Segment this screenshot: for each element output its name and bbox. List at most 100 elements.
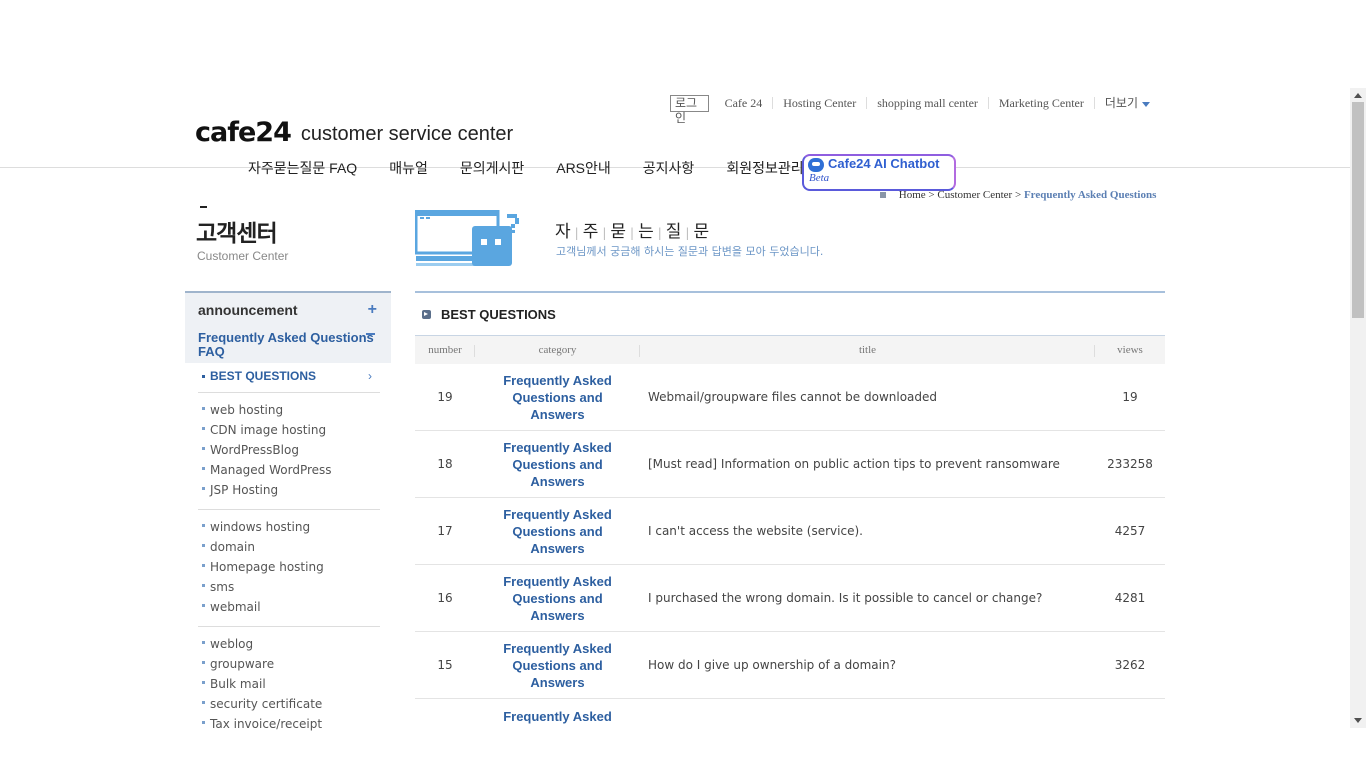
column-header-views: views	[1117, 344, 1143, 356]
sidebar-item-label: CDN image hosting	[210, 423, 327, 437]
sidebar-item-label: sms	[210, 580, 235, 594]
sidebar-item-announcement[interactable]: announcement +	[185, 293, 391, 327]
left-subtitle: Customer Center	[197, 249, 289, 263]
title-separator: |	[685, 226, 691, 240]
breadcrumb-current: Frequently Asked Questions	[1023, 189, 1157, 201]
sidebar-item-label: webmail	[210, 600, 261, 614]
row-title-link[interactable]: Webmail/groupware files cannot be downlo…	[640, 390, 1095, 404]
row-title-link[interactable]: [Must read] Information on public action…	[640, 457, 1095, 471]
sidebar-item-managed-wordpress[interactable]: Managed WordPress	[202, 460, 380, 480]
link-shopping-mall-center[interactable]: shopping mall center	[866, 97, 988, 109]
sidebar-item-domain[interactable]: domain	[202, 537, 380, 557]
row-number: 16	[437, 591, 453, 605]
main-navigation: 자주묻는질문 FAQ 매뉴얼 문의게시판 ARS안내 공지사항 회원정보관리	[248, 158, 836, 178]
row-category-link[interactable]: Frequently Asked Questions and Answers	[475, 573, 640, 624]
sidebar-item-label: groupware	[210, 657, 275, 671]
row-title-link[interactable]: I purchased the wrong domain. Is it poss…	[640, 591, 1095, 605]
caret-down-icon	[1142, 101, 1150, 107]
title-char: 묻	[610, 222, 628, 242]
login-button[interactable]: 로그인	[670, 94, 709, 125]
row-category-link[interactable]: Frequently Asked Questions and Answers	[475, 506, 640, 557]
bullet-icon	[202, 721, 205, 724]
bullet-icon	[202, 681, 205, 684]
scroll-down-icon[interactable]	[1354, 718, 1362, 723]
nav-inquiry-board[interactable]: 문의게시판	[460, 158, 524, 178]
bullet-icon	[202, 584, 205, 587]
sidebar-item-faq[interactable]: Frequently Asked Questions FAQ	[185, 327, 391, 363]
breadcrumb-customer-center[interactable]: Customer Center	[937, 189, 1012, 201]
sidebar-group-3: weblog groupware Bulk mail security cert…	[198, 627, 380, 743]
chatbot-label: Cafe24 AI Chatbot	[828, 156, 940, 171]
title-accent-dash	[200, 206, 207, 208]
nav-faq[interactable]: 자주묻는질문 FAQ	[248, 158, 357, 178]
row-number: 19	[437, 390, 453, 404]
chevron-right-icon: ›	[368, 369, 372, 383]
nav-member-info[interactable]: 회원정보관리	[726, 158, 803, 178]
site-logo[interactable]: cafe24 customer service center	[195, 118, 513, 148]
scroll-up-icon[interactable]	[1354, 93, 1362, 98]
table-row[interactable]: Frequently Asked	[415, 699, 1165, 774]
nav-notice[interactable]: 공지사항	[643, 158, 695, 178]
title-char: 문	[693, 222, 711, 242]
sidebar-item-label: Homepage hosting	[210, 560, 324, 574]
sidebar-item-tax-invoice[interactable]: Tax invoice/receipt	[202, 714, 380, 734]
sidebar-item-windows-hosting[interactable]: windows hosting	[202, 517, 380, 537]
scrollbar-thumb[interactable]	[1352, 102, 1364, 318]
bullet-icon	[202, 661, 205, 664]
sidebar-item-wordpressblog[interactable]: WordPressBlog	[202, 440, 380, 460]
bullet-icon	[202, 375, 205, 378]
sidebar-item-bulk-mail[interactable]: Bulk mail	[202, 674, 380, 694]
table-row[interactable]: 17 Frequently Asked Questions and Answer…	[415, 498, 1165, 565]
sidebar-item-security-certificate[interactable]: security certificate	[202, 694, 380, 714]
sidebar-item-homepage-hosting[interactable]: Homepage hosting	[202, 557, 380, 577]
breadcrumb-separator: >	[1012, 189, 1024, 201]
bullet-icon	[202, 407, 205, 410]
table-row[interactable]: 15 Frequently Asked Questions and Answer…	[415, 632, 1165, 699]
ai-chatbot-button[interactable]: Cafe24 AI Chatbot Beta	[802, 154, 956, 191]
table-row[interactable]: 16 Frequently Asked Questions and Answer…	[415, 565, 1165, 632]
row-title-link[interactable]: How do I give up ownership of a domain?	[640, 658, 1095, 672]
sidebar-item-label: FAQ	[198, 344, 225, 359]
nav-ars[interactable]: ARS안내	[556, 158, 611, 178]
row-title-link[interactable]: I can't access the website (service).	[640, 524, 1095, 538]
column-header-number: number	[415, 344, 475, 357]
breadcrumb-bullet-icon	[880, 192, 886, 199]
sidebar-item-label: domain	[210, 540, 255, 554]
row-views: 4281	[1114, 591, 1146, 605]
sidebar-item-label: announcement	[198, 302, 298, 318]
sidebar-item-sms[interactable]: sms	[202, 577, 380, 597]
sidebar-item-webmail[interactable]: webmail	[202, 597, 380, 617]
sidebar-item-weblog[interactable]: weblog	[202, 634, 380, 654]
link-hosting-center[interactable]: Hosting Center	[772, 97, 866, 109]
best-questions-board: BEST QUESTIONS number category title vie…	[415, 291, 1165, 774]
nav-manual[interactable]: 매뉴얼	[389, 158, 428, 178]
column-header-title: title	[640, 344, 1095, 357]
sidebar-item-groupware[interactable]: groupware	[202, 654, 380, 674]
page-scrollbar[interactable]	[1350, 88, 1366, 728]
sidebar-item-best-questions[interactable]: BEST QUESTIONS ›	[198, 363, 380, 393]
table-row[interactable]: 18 Frequently Asked Questions and Answer…	[415, 431, 1165, 498]
link-marketing-center[interactable]: Marketing Center	[987, 97, 1094, 109]
row-views: 233258	[1107, 457, 1153, 471]
row-category-link[interactable]: Frequently Asked	[475, 708, 640, 725]
title-char: 는	[638, 222, 655, 242]
utility-bar: 로그인 Cafe 24 Hosting Center shopping mall…	[670, 94, 1160, 125]
sidebar-item-jsp-hosting[interactable]: JSP Hosting	[202, 480, 380, 500]
breadcrumb-home[interactable]: Home	[899, 189, 926, 201]
title-separator: |	[657, 226, 663, 240]
table-row[interactable]: 19 Frequently Asked Questions and Answer…	[415, 364, 1165, 431]
sidebar-item-label: Bulk mail	[210, 677, 266, 691]
sidebar-item-label: Tax invoice/receipt	[210, 717, 323, 731]
chatbot-beta-badge: Beta	[809, 172, 830, 184]
column-header-category: category	[475, 344, 640, 357]
bullet-icon	[202, 524, 205, 527]
row-number: 15	[437, 658, 453, 672]
link-cafe24[interactable]: Cafe 24	[725, 97, 773, 109]
row-category-link[interactable]: Frequently Asked Questions and Answers	[475, 372, 640, 423]
row-category-link[interactable]: Frequently Asked Questions and Answers	[475, 640, 640, 691]
row-category-link[interactable]: Frequently Asked Questions and Answers	[475, 439, 640, 490]
sidebar-item-web-hosting[interactable]: web hosting	[202, 400, 380, 420]
sidebar-item-cdn-image-hosting[interactable]: CDN image hosting	[202, 420, 380, 440]
more-dropdown[interactable]: 더보기	[1093, 97, 1160, 109]
sidebar-item-label: BEST QUESTIONS	[210, 369, 317, 383]
